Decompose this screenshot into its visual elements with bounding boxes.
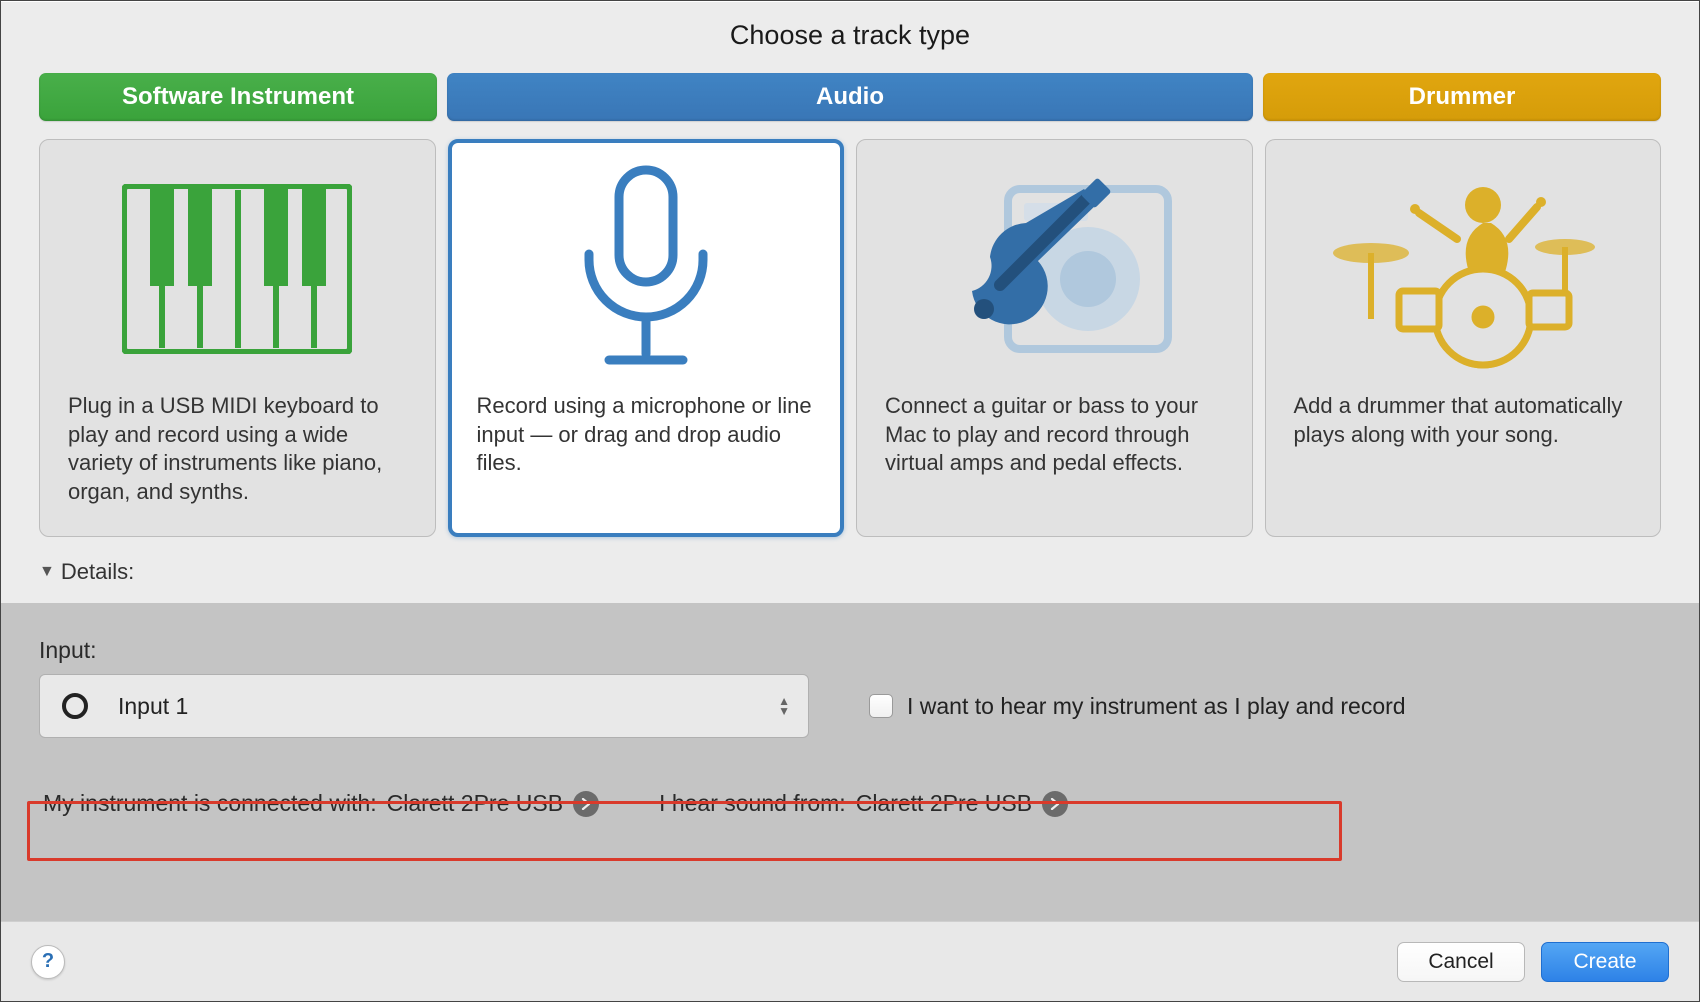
mono-channel-icon [60, 691, 118, 721]
card-software-instrument[interactable]: Plug in a USB MIDI keyboard to play and … [39, 139, 436, 537]
card-description: Record using a microphone or line input … [477, 392, 816, 478]
dialog-title: Choose a track type [1, 20, 1699, 51]
hear-prefix: I hear sound from: [659, 790, 846, 817]
connected-device-button[interactable]: My instrument is connected with: Clarett… [43, 790, 599, 817]
card-drummer[interactable]: Add a drummer that automatically plays a… [1265, 139, 1662, 537]
category-drummer[interactable]: Drummer [1263, 73, 1661, 121]
category-label: Drummer [1409, 83, 1516, 111]
category-row: Software Instrument Audio Drummer [1, 73, 1699, 121]
category-audio[interactable]: Audio [447, 73, 1253, 121]
track-type-panel: Choose a track type Software Instrument … [1, 1, 1699, 603]
piano-keys-icon [68, 164, 407, 374]
category-label: Audio [816, 83, 884, 111]
help-icon: ? [42, 950, 54, 973]
output-device-button[interactable]: I hear sound from: Clarett 2Pre USB [659, 790, 1068, 817]
card-description: Add a drummer that automatically plays a… [1294, 392, 1633, 449]
category-label: Software Instrument [122, 83, 354, 111]
checkbox-icon [869, 694, 893, 718]
dialog-footer: ? Cancel Create [1, 921, 1699, 1001]
details-panel: Input: Input 1 ▲▼ I want to hear my inst… [1, 603, 1699, 921]
chevron-right-icon [1042, 791, 1068, 817]
microphone-icon [477, 164, 816, 374]
drummer-icon [1294, 164, 1633, 374]
card-audio-microphone[interactable]: Record using a microphone or line input … [448, 139, 845, 537]
stepper-icon: ▲▼ [778, 697, 792, 716]
guitar-amp-icon [885, 164, 1224, 374]
monitor-label: I want to hear my instrument as I play a… [907, 693, 1406, 720]
monitor-input-checkbox[interactable]: I want to hear my instrument as I play a… [869, 693, 1406, 720]
cards-row: Plug in a USB MIDI keyboard to play and … [1, 139, 1699, 555]
create-button[interactable]: Create [1541, 942, 1669, 982]
caret-down-icon: ▼ [39, 563, 55, 581]
details-label: Details: [61, 559, 134, 585]
cancel-button[interactable]: Cancel [1397, 942, 1525, 982]
details-disclosure[interactable]: ▼ Details: [1, 555, 1699, 603]
input-row: Input 1 ▲▼ I want to hear my instrument … [39, 674, 1661, 738]
category-software-instrument[interactable]: Software Instrument [39, 73, 437, 121]
device-info-row: My instrument is connected with: Clarett… [39, 780, 1349, 827]
chevron-right-icon [573, 791, 599, 817]
hear-value: Clarett 2Pre USB [856, 790, 1032, 817]
card-description: Connect a guitar or bass to your Mac to … [885, 392, 1224, 478]
card-description: Plug in a USB MIDI keyboard to play and … [68, 392, 407, 506]
card-audio-guitar[interactable]: Connect a guitar or bass to your Mac to … [856, 139, 1253, 537]
create-label: Create [1573, 950, 1636, 974]
input-select-value: Input 1 [118, 693, 188, 720]
connected-prefix: My instrument is connected with: [43, 790, 377, 817]
cancel-label: Cancel [1428, 950, 1493, 974]
input-channel-select[interactable]: Input 1 ▲▼ [39, 674, 809, 738]
connected-value: Clarett 2Pre USB [387, 790, 563, 817]
help-button[interactable]: ? [31, 945, 65, 979]
input-section-label: Input: [39, 637, 1661, 664]
